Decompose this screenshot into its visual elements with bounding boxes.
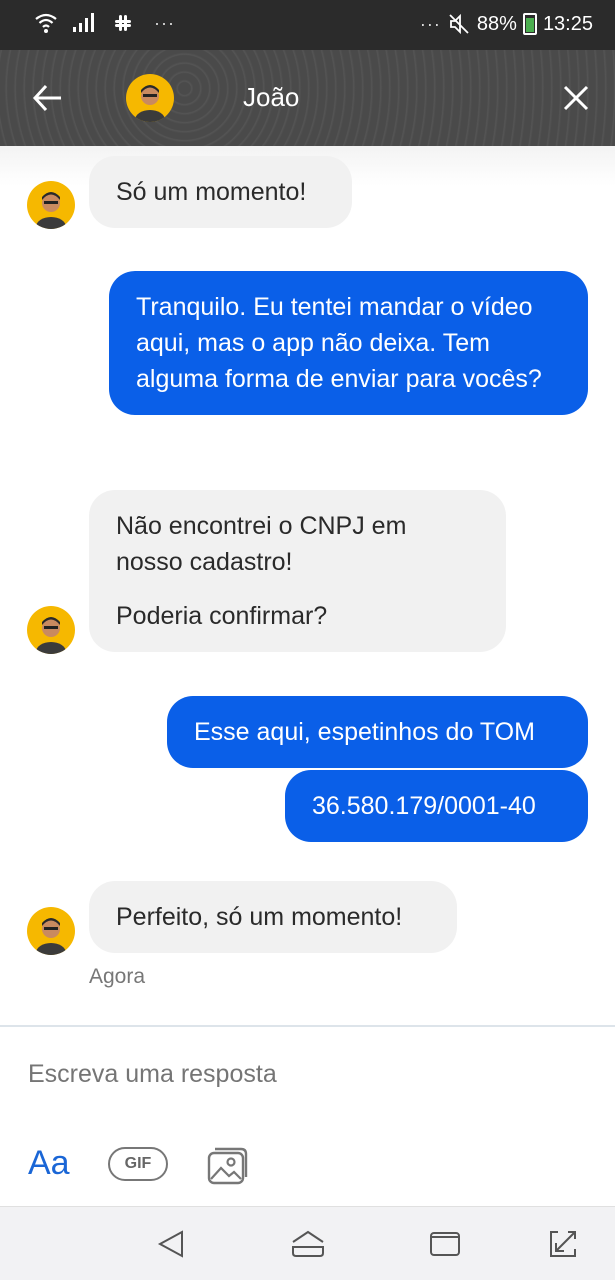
agent-avatar <box>27 907 75 955</box>
agent-avatar <box>27 606 75 654</box>
close-icon[interactable] <box>560 82 592 114</box>
message-text: Não encontrei o CNPJ em nosso cadastro! <box>116 512 407 576</box>
message-bubble-incoming: Só um momento! <box>89 156 352 228</box>
message-bubble-outgoing: Esse aqui, espetinhos do TOM <box>167 696 588 768</box>
status-dots: ··· <box>419 13 441 34</box>
clock: 13:25 <box>542 12 593 35</box>
contact-avatar <box>126 74 174 122</box>
battery-percent: 88% <box>476 12 517 35</box>
image-gallery-icon[interactable] <box>206 1144 248 1186</box>
message-timestamp: Agora <box>89 965 146 988</box>
mute-icon <box>449 13 469 35</box>
message-text: Tranquilo. Eu tentei mandar o vídeo aqui… <box>136 293 542 393</box>
slack-icon <box>115 15 131 31</box>
gif-button[interactable]: GIF <box>108 1147 168 1181</box>
message-bubble-incoming: Perfeito, só um momento! <box>89 881 457 953</box>
message-text: Poderia confirmar? <box>116 602 328 630</box>
composer-divider <box>0 1025 615 1027</box>
message-text: Só um momento! <box>116 178 307 206</box>
message-text: 36.580.179/0001-40 <box>312 792 536 820</box>
nav-back-icon[interactable] <box>156 1229 186 1259</box>
composer-toolbar: Aa GIF <box>0 1140 615 1200</box>
system-nav-bar <box>0 1206 615 1280</box>
notification-dots: ··· <box>154 12 175 33</box>
reply-input[interactable] <box>28 1060 588 1089</box>
agent-avatar <box>27 181 75 229</box>
message-bubble-outgoing: Tranquilo. Eu tentei mandar o vídeo aqui… <box>109 271 588 415</box>
arrow-left-icon[interactable] <box>30 80 66 116</box>
message-bubble-incoming: Não encontrei o CNPJ em nosso cadastro! … <box>89 490 506 652</box>
nav-recents-icon[interactable] <box>428 1229 462 1259</box>
nav-home-icon[interactable] <box>290 1229 326 1259</box>
status-bar: ··· ··· 88% 13:25 <box>0 0 615 50</box>
message-bubble-outgoing: 36.580.179/0001-40 <box>285 770 588 842</box>
chat-header: João <box>0 50 615 146</box>
contact-name: João <box>243 82 300 112</box>
message-text: Esse aqui, espetinhos do TOM <box>194 718 535 746</box>
wifi-icon <box>35 13 57 33</box>
nav-expand-icon[interactable] <box>548 1229 578 1259</box>
text-format-button[interactable]: Aa <box>28 1144 70 1183</box>
battery-icon <box>522 13 537 35</box>
signal-icon <box>73 13 94 32</box>
message-text: Perfeito, só um momento! <box>116 903 403 931</box>
